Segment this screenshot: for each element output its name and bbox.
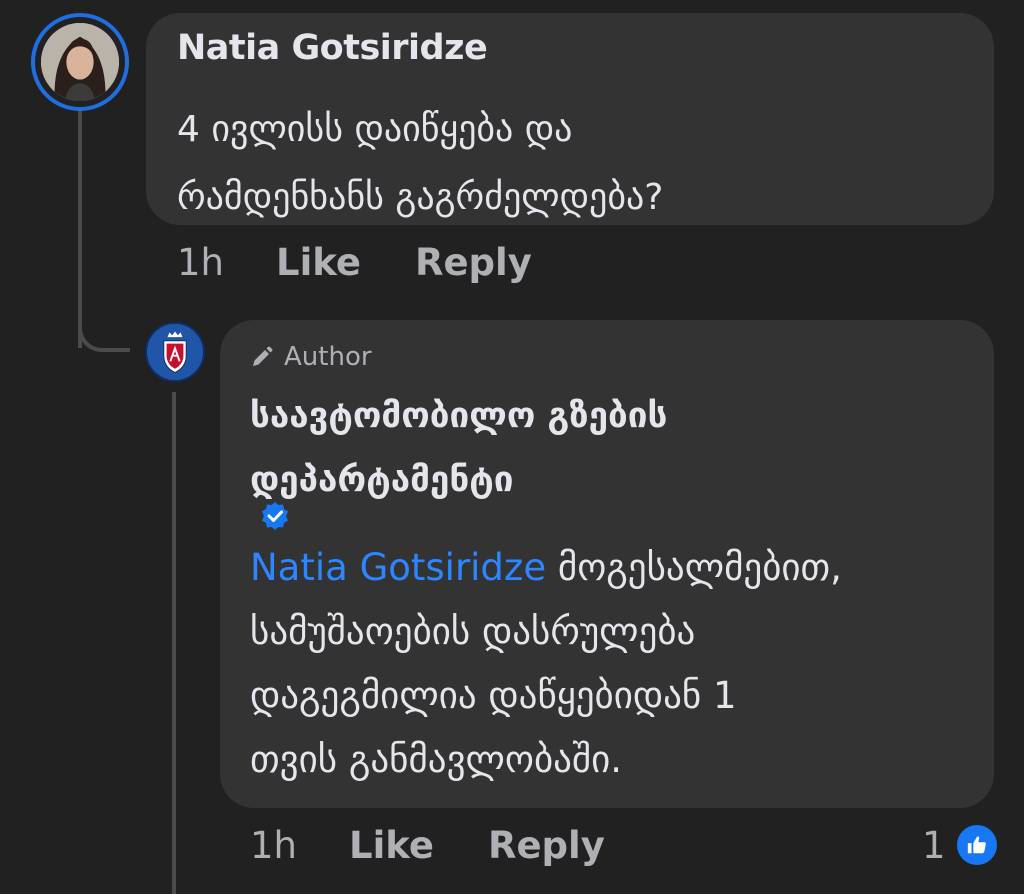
reply-author-name-line: საავტომობილო გზების: [250, 396, 668, 436]
comment-text-line: 4 ივლისს დაიწყება და: [177, 109, 573, 150]
thumbs-up-icon: [953, 822, 1000, 868]
comment-text-line: რამდენხანს გაგრძელდება?: [177, 177, 664, 218]
reply-text-line: თვის განმავლობაში.: [250, 738, 623, 781]
reply-actions: 1h Like Reply: [250, 824, 659, 867]
reply-author-name[interactable]: საავტომობილო გზების დეპარტამენტი: [250, 384, 950, 512]
verified-badge-icon: [262, 502, 288, 530]
page-avatar[interactable]: [145, 322, 205, 382]
comment-text: 4 ივლისს დაიწყება და რამდენხანს გაგრძელდ…: [177, 96, 957, 232]
reply-text-line: სამუშაოების დასრულება: [250, 610, 696, 653]
commenter-avatar[interactable]: [31, 13, 129, 111]
mention-link[interactable]: Natia Gotsiridze: [250, 546, 546, 589]
comment-author-name[interactable]: Natia Gotsiridze: [177, 28, 488, 68]
reply-reply-button[interactable]: Reply: [488, 824, 605, 867]
comment-timestamp[interactable]: 1h: [177, 241, 224, 284]
reply-text-line: დაგეგმილია დაწყებიდან 1: [250, 674, 737, 717]
comment-actions: 1h Like Reply: [177, 241, 586, 284]
like-button[interactable]: Like: [276, 241, 361, 284]
author-badge-label: Author: [284, 342, 372, 372]
reply-like-button[interactable]: Like: [349, 824, 434, 867]
reply-button[interactable]: Reply: [415, 241, 532, 284]
author-badge: Author: [250, 342, 372, 372]
reaction-summary[interactable]: 1: [922, 822, 1000, 868]
reaction-count: 1: [922, 823, 946, 867]
pencil-icon: [253, 346, 273, 366]
reply-text-first: მოგესალმებით,: [546, 546, 842, 589]
thread-connector-curve: [78, 300, 130, 352]
coat-of-arms-icon: [147, 324, 203, 380]
reply-text: Natia Gotsiridze მოგესალმებით, სამუშაოებ…: [250, 536, 970, 792]
reply-timestamp[interactable]: 1h: [250, 824, 297, 867]
profile-photo: [41, 23, 119, 101]
reply-author-name-line: დეპარტამენტი: [250, 460, 514, 500]
reply-thread-line: [172, 392, 176, 894]
